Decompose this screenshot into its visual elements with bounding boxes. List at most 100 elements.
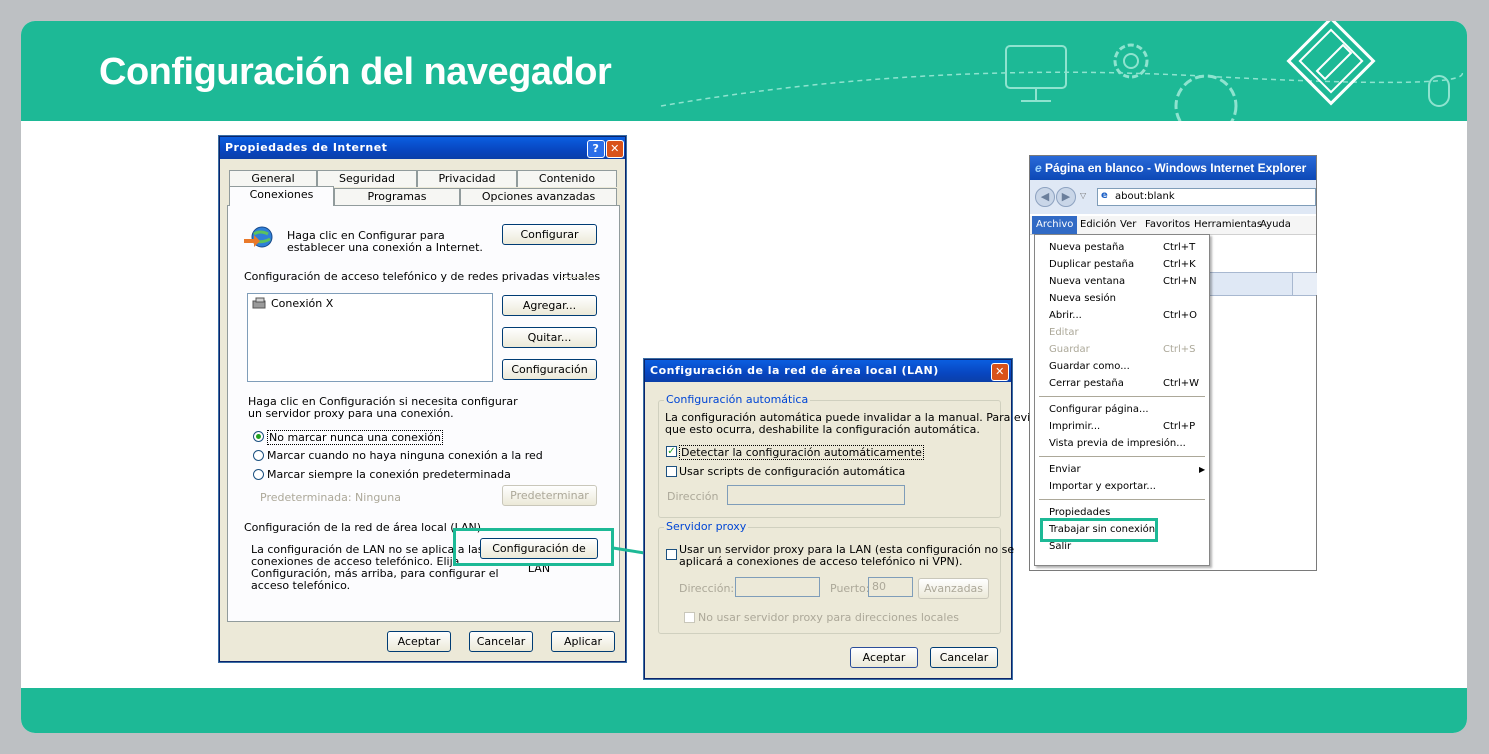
ie-titlebar: e Página en blanco - Windows Internet Ex…: [1030, 156, 1316, 180]
tab-content[interactable]: Contenido: [517, 170, 617, 187]
script-checkbox-label[interactable]: Usar scripts de configuración automática: [679, 465, 905, 478]
menu-item-print[interactable]: Imprimir... Ctrl+P: [1035, 418, 1207, 435]
menu-item-save-as[interactable]: Guardar como...: [1035, 358, 1207, 375]
menu-item-new-tab[interactable]: Nueva pestaña Ctrl+T: [1035, 239, 1207, 256]
menu-item-send[interactable]: Enviar ▶: [1035, 461, 1207, 478]
submenu-arrow-icon: ▶: [1199, 465, 1206, 474]
work-offline-highlight: [1040, 518, 1158, 542]
ok-button[interactable]: Aceptar: [387, 631, 451, 652]
internet-properties-titlebar: Propiedades de Internet ? ✕: [220, 137, 625, 159]
dialup-header: Configuración de acceso telefónico y de …: [244, 270, 601, 283]
radio-never-dial[interactable]: [253, 431, 264, 442]
tab-privacy[interactable]: Privacidad: [417, 170, 517, 187]
ie-menubar: Archivo Edición Ver Favoritos Herramient…: [1030, 216, 1316, 235]
header-banner: Configuración del navegador: [21, 21, 1467, 121]
proxy-address-input[interactable]: [735, 577, 820, 597]
menu-item-new-window[interactable]: Nueva ventana Ctrl+N: [1035, 273, 1207, 290]
radio-always-dial-label[interactable]: Marcar siempre la conexión predeterminad…: [267, 468, 511, 481]
close-button[interactable]: ✕: [991, 363, 1009, 381]
menu-item-close-tab[interactable]: Cerrar pestaña Ctrl+W: [1035, 375, 1207, 392]
detect-checkbox-label[interactable]: Detectar la configuración automáticament…: [679, 445, 924, 460]
dialup-header-rule: [562, 277, 594, 278]
proxy-checkbox-label-2[interactable]: aplicará a conexiones de acceso telefóni…: [679, 555, 963, 568]
menu-separator: [1039, 396, 1205, 397]
close-button[interactable]: ✕: [606, 140, 624, 158]
detect-checkbox[interactable]: ✓: [666, 446, 677, 457]
auto-config-group-title: Configuración automática: [664, 393, 811, 406]
menu-archivo[interactable]: Archivo: [1032, 216, 1078, 234]
ie-logo-icon: e: [1035, 161, 1042, 175]
window-title: Propiedades de Internet: [225, 141, 388, 154]
lan-button-highlight: [453, 528, 614, 566]
script-checkbox[interactable]: [666, 466, 677, 477]
lan-settings-window: Configuración de la red de área local (L…: [644, 359, 1046, 679]
menu-edicion[interactable]: Edición: [1080, 216, 1116, 234]
tab-advanced[interactable]: Opciones avanzadas: [460, 188, 617, 205]
tab-general[interactable]: General: [229, 170, 317, 187]
menu-item-page-setup[interactable]: Configurar página...: [1035, 401, 1207, 418]
settings-button[interactable]: Configuración: [502, 359, 597, 380]
proxy-checkbox[interactable]: [666, 549, 677, 560]
menu-favoritos[interactable]: Favoritos: [1145, 216, 1190, 234]
radio-dial-when-none-label[interactable]: Marcar cuando no haya ninguna conexión a…: [267, 449, 543, 462]
page-title: Configuración del navegador: [99, 51, 612, 93]
tab-connections[interactable]: Conexiones: [229, 186, 334, 206]
tab-programs[interactable]: Programas: [334, 188, 460, 205]
new-tab-button[interactable]: [1292, 273, 1317, 295]
cancel-button[interactable]: Cancelar: [930, 647, 998, 668]
menu-item-save[interactable]: Guardar Ctrl+S: [1035, 341, 1207, 358]
bypass-checkbox-label[interactable]: No usar servidor proxy para direcciones …: [698, 611, 959, 624]
menu-ver[interactable]: Ver: [1120, 216, 1136, 234]
lan-window-title: Configuración de la red de área local (L…: [650, 364, 939, 377]
internet-properties-window: Propiedades de Internet ? ✕ General Segu…: [219, 136, 626, 662]
page-icon: e: [1101, 190, 1108, 201]
footer-bar: [21, 688, 1467, 733]
auto-text-2: que esto ocurra, deshabilite la configur…: [665, 423, 980, 436]
script-address-input[interactable]: [727, 485, 905, 505]
forward-icon[interactable]: ▶: [1056, 187, 1076, 207]
port-input[interactable]: 80: [868, 577, 913, 597]
menu-item-print-preview[interactable]: Vista previa de impresión...: [1035, 435, 1207, 452]
menu-item-new-session[interactable]: Nueva sesión: [1035, 290, 1207, 307]
history-dropdown-icon[interactable]: ▽: [1080, 191, 1086, 200]
advanced-button[interactable]: Avanzadas: [918, 578, 989, 599]
menu-item-duplicate-tab[interactable]: Duplicar pestaña Ctrl+K: [1035, 256, 1207, 273]
radio-always-dial[interactable]: [253, 469, 264, 480]
apply-button[interactable]: Aplicar: [551, 631, 615, 652]
radio-never-dial-label[interactable]: No marcar nunca una conexión: [267, 430, 443, 445]
menu-separator: [1039, 456, 1205, 457]
address-label: Dirección: [667, 490, 719, 503]
address-bar[interactable]: e about:blank: [1097, 188, 1316, 206]
menu-herramientas[interactable]: Herramientas: [1194, 216, 1262, 234]
tab-security[interactable]: Seguridad: [317, 170, 417, 187]
connections-list[interactable]: Conexión X: [247, 293, 493, 382]
help-button[interactable]: ?: [587, 140, 605, 158]
ok-button[interactable]: Aceptar: [850, 647, 918, 668]
back-icon[interactable]: ◀: [1035, 187, 1055, 207]
remove-button[interactable]: Quitar...: [502, 327, 597, 348]
dialup-connection-icon: [252, 297, 266, 309]
address-text[interactable]: about:blank: [1115, 191, 1175, 202]
menu-item-edit[interactable]: Editar: [1035, 324, 1207, 341]
configure-button[interactable]: Configurar: [502, 224, 597, 245]
ie-navbar: ◀ ▶ ▽ e about:blank: [1030, 180, 1316, 214]
menu-separator: [1039, 499, 1205, 500]
proxy-text-2: un servidor proxy para una conexión.: [248, 407, 454, 420]
proxy-group-title: Servidor proxy: [664, 520, 749, 533]
radio-dial-when-none[interactable]: [253, 450, 264, 461]
menu-ayuda[interactable]: Ayuda: [1260, 216, 1291, 234]
bypass-checkbox[interactable]: [684, 612, 695, 623]
slide: Configuración del navegador Propiedades …: [21, 21, 1467, 733]
cancel-button[interactable]: Cancelar: [469, 631, 533, 652]
lan-text-4: acceso telefónico.: [251, 579, 351, 592]
menu-item-import-export[interactable]: Importar y exportar...: [1035, 478, 1207, 495]
add-button[interactable]: Agregar...: [502, 295, 597, 316]
set-default-button[interactable]: Predeterminar: [502, 485, 597, 506]
lan-settings-titlebar: Configuración de la red de área local (L…: [645, 360, 1011, 382]
menu-item-open[interactable]: Abrir... Ctrl+O: [1035, 307, 1207, 324]
ie-window-title: Página en blanco - Windows Internet Expl…: [1045, 161, 1307, 175]
list-item[interactable]: Conexión X: [271, 297, 333, 310]
ie-window: e Página en blanco - Windows Internet Ex…: [1029, 155, 1317, 571]
setup-text-2: establecer una conexión a Internet.: [287, 241, 483, 254]
file-menu: Nueva pestaña Ctrl+T Duplicar pestaña Ctrl…: [1034, 234, 1210, 566]
